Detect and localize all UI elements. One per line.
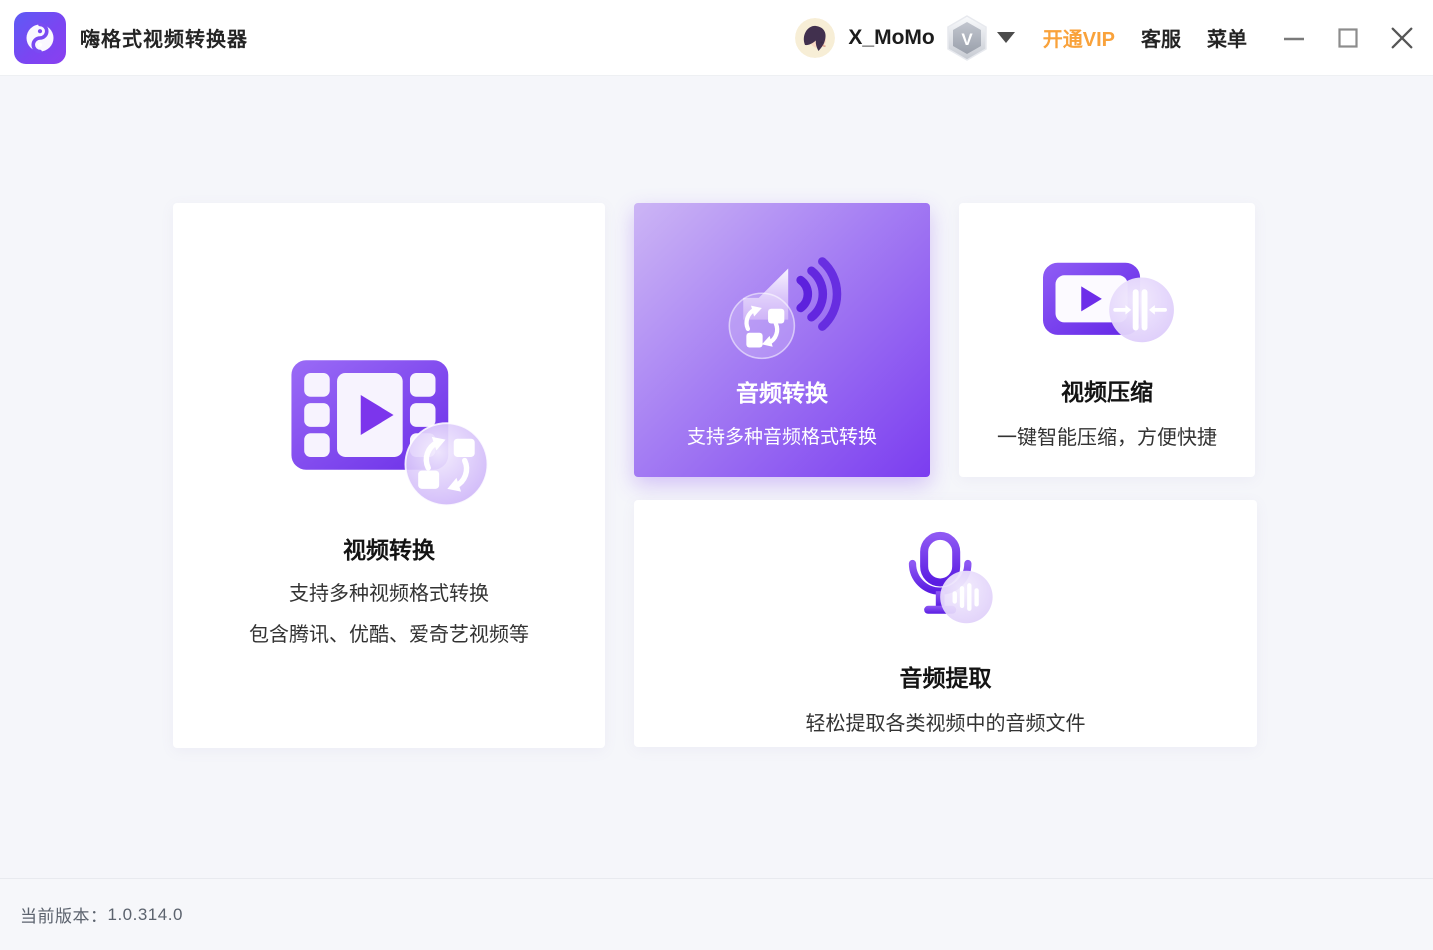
video-convert-title: 视频转换 xyxy=(343,537,435,563)
svg-text:V: V xyxy=(961,30,973,49)
video-compress-icon xyxy=(1037,251,1177,359)
menu-button[interactable]: 菜单 xyxy=(1207,23,1247,52)
audio-convert-title: 音频转换 xyxy=(736,380,828,406)
titlebar: 嗨格式视频转换器 X_MoMo V 开通VIP 客服 菜单 xyxy=(0,0,1433,76)
card-video-compress[interactable]: 视频压缩 一键智能压缩，方便快捷 xyxy=(959,203,1255,477)
card-video-convert[interactable]: 视频转换 支持多种视频格式转换 包含腾讯、优酷、爱奇艺视频等 xyxy=(173,203,605,748)
video-compress-title: 视频压缩 xyxy=(1061,379,1153,405)
audio-extract-desc1: 轻松提取各类视频中的音频文件 xyxy=(805,713,1086,735)
footer-bar: 当前版本： 1.0.314.0 xyxy=(0,878,1433,950)
app-logo-icon xyxy=(14,11,66,64)
support-button[interactable]: 客服 xyxy=(1141,23,1181,52)
vip-badge-icon[interactable]: V xyxy=(945,14,989,62)
version-value: 1.0.314.0 xyxy=(107,904,183,924)
audio-convert-icon xyxy=(712,239,852,368)
titlebar-right-cluster: X_MoMo V 开通VIP 客服 菜单 xyxy=(795,14,1433,62)
audio-extract-icon xyxy=(895,530,997,637)
card-audio-convert[interactable]: 音频转换 支持多种音频格式转换 xyxy=(634,203,930,477)
video-convert-desc1: 支持多种视频格式转换 xyxy=(289,583,489,605)
username[interactable]: X_MoMo xyxy=(848,26,934,50)
close-button[interactable] xyxy=(1389,25,1415,51)
audio-extract-title: 音频提取 xyxy=(899,665,992,691)
version-label: 当前版本： xyxy=(20,907,108,926)
minimize-button[interactable] xyxy=(1281,25,1307,51)
video-convert-desc2: 包含腾讯、优酷、爱奇艺视频等 xyxy=(249,624,529,646)
video-compress-desc1: 一键智能压缩，方便快捷 xyxy=(997,427,1217,449)
chevron-down-icon[interactable] xyxy=(996,32,1015,43)
audio-convert-desc1: 支持多种音频格式转换 xyxy=(686,427,877,448)
vip-upgrade-button[interactable]: 开通VIP xyxy=(1043,23,1115,52)
app-title: 嗨格式视频转换器 xyxy=(80,29,248,51)
main-area: 视频转换 支持多种视频格式转换 包含腾讯、优酷、爱奇艺视频等 音频转换 支持多种… xyxy=(0,76,1433,878)
user-avatar[interactable] xyxy=(795,17,836,58)
video-convert-icon xyxy=(284,353,494,513)
card-audio-extract[interactable]: 音频提取 轻松提取各类视频中的音频文件 xyxy=(634,500,1257,747)
maximize-button[interactable] xyxy=(1335,25,1361,51)
